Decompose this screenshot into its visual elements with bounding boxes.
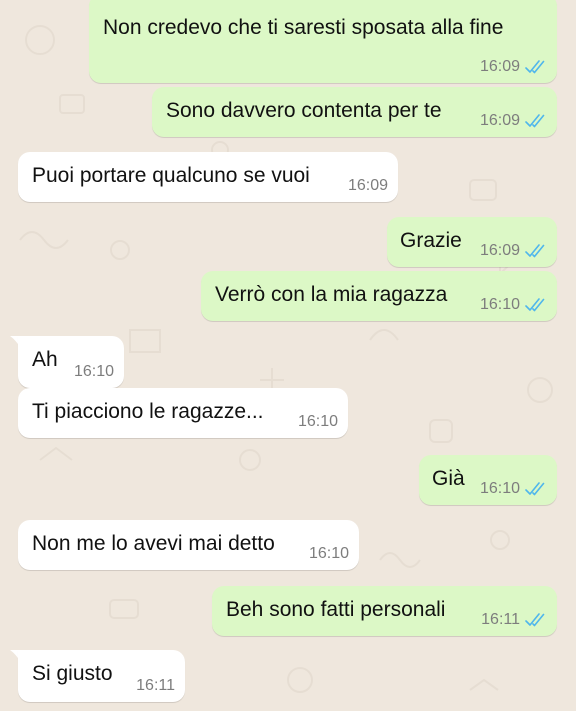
double-check-icon xyxy=(525,244,545,258)
incoming-message[interactable]: Ah 16:10 xyxy=(18,336,124,388)
outgoing-message[interactable]: Beh sono fatti personali 16:11 xyxy=(212,586,557,636)
message-time: 16:09 xyxy=(479,112,520,129)
message-meta: 16:09 xyxy=(480,111,547,131)
message-text: Beh sono fatti personali xyxy=(226,598,446,621)
message-meta: 16:10 xyxy=(480,295,547,315)
message-meta: 16:11 xyxy=(481,610,547,630)
outgoing-message[interactable]: Sono davvero contenta per te 16:09 xyxy=(152,87,557,137)
outgoing-message[interactable]: Già 16:10 xyxy=(419,455,557,505)
message-meta: 16:10 xyxy=(309,544,349,564)
message-meta: 16:10 xyxy=(480,479,547,499)
message-time: 16:10 xyxy=(479,296,520,313)
chat-message-list[interactable]: Non credevo che ti saresti sposata alla … xyxy=(0,0,576,711)
double-check-icon xyxy=(525,60,545,74)
outgoing-message[interactable]: Non credevo che ti saresti sposata alla … xyxy=(89,0,557,83)
incoming-message[interactable]: Non me lo avevi mai detto 16:10 xyxy=(18,520,359,570)
message-time: 16:09 xyxy=(479,242,520,259)
incoming-message[interactable]: Si giusto 16:11 xyxy=(18,650,185,702)
message-time: 16:11 xyxy=(481,611,520,628)
double-check-icon xyxy=(525,298,545,312)
double-check-icon xyxy=(525,613,545,627)
message-time: 16:10 xyxy=(308,545,349,562)
outgoing-message[interactable]: Grazie 16:09 xyxy=(387,217,557,267)
message-text: Ti piacciono le ragazze... xyxy=(32,400,264,423)
message-text: Ah xyxy=(32,348,58,371)
message-time: 16:10 xyxy=(73,363,114,380)
incoming-message[interactable]: Puoi portare qualcuno se vuoi 16:09 xyxy=(18,152,398,202)
outgoing-message[interactable]: Verrò con la mia ragazza 16:10 xyxy=(201,271,557,321)
message-text: Non me lo avevi mai detto xyxy=(32,532,275,555)
message-text: Puoi portare qualcuno se vuoi xyxy=(32,164,310,187)
message-text: Verrò con la mia ragazza xyxy=(215,283,448,306)
double-check-icon xyxy=(525,114,545,128)
message-time: 16:10 xyxy=(479,480,520,497)
message-meta: 16:09 xyxy=(480,241,547,261)
message-time: 16:09 xyxy=(479,58,520,75)
message-meta: 16:11 xyxy=(136,676,175,696)
message-text: Sono davvero contenta per te xyxy=(166,99,442,122)
message-meta: 16:09 xyxy=(348,176,388,196)
message-text: Non credevo che ti saresti sposata alla … xyxy=(103,16,504,39)
incoming-message[interactable]: Ti piacciono le ragazze... 16:10 xyxy=(18,388,348,438)
message-time: 16:10 xyxy=(297,413,338,430)
message-time: 16:09 xyxy=(347,177,388,194)
message-text: Grazie xyxy=(400,229,462,252)
message-text: Si giusto xyxy=(32,662,113,685)
double-check-icon xyxy=(525,482,545,496)
message-meta: 16:09 xyxy=(480,57,547,77)
message-time: 16:11 xyxy=(136,677,175,694)
message-meta: 16:10 xyxy=(74,362,114,382)
message-text: Già xyxy=(432,467,465,490)
message-meta: 16:10 xyxy=(298,412,338,432)
